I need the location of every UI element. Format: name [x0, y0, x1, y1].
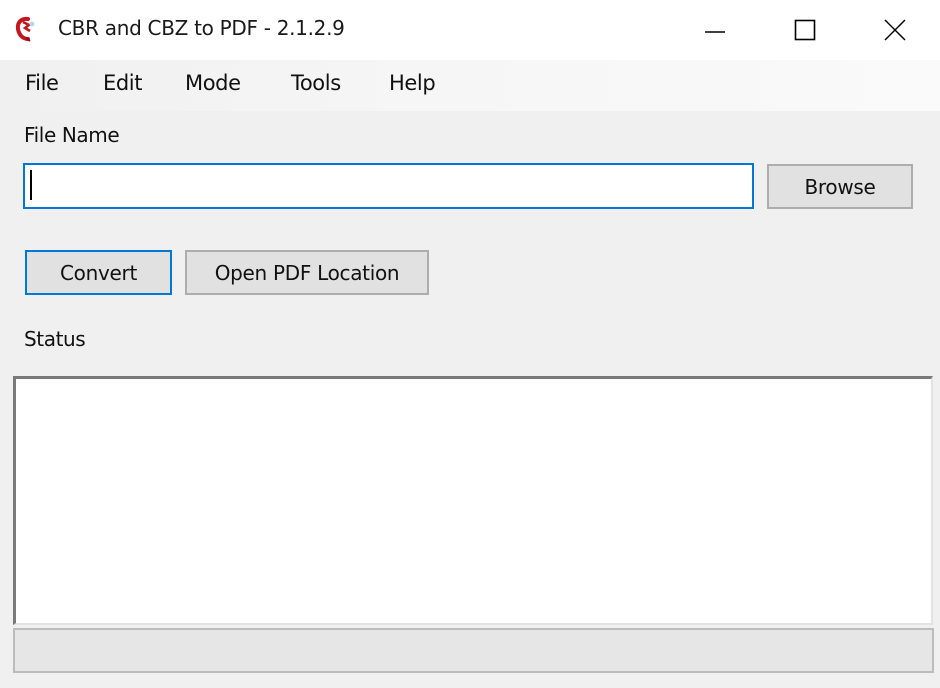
convert-button[interactable]: Convert	[25, 250, 172, 295]
title-bar: CBR and CBZ to PDF - 2.1.2.9	[0, 0, 940, 60]
close-button[interactable]	[850, 0, 940, 60]
menu-bar: File Edit Mode Tools Help	[0, 60, 940, 111]
menu-tools[interactable]: Tools	[291, 71, 341, 95]
menu-mode[interactable]: Mode	[185, 71, 241, 95]
app-logo-icon	[14, 16, 38, 42]
status-log[interactable]	[13, 376, 933, 625]
menu-edit[interactable]: Edit	[103, 71, 142, 95]
close-icon	[884, 19, 906, 41]
maximize-icon	[794, 19, 816, 41]
maximize-button[interactable]	[760, 0, 850, 60]
open-pdf-location-button[interactable]: Open PDF Location	[185, 250, 429, 295]
minimize-button[interactable]	[670, 0, 760, 60]
menu-file[interactable]: File	[25, 71, 59, 95]
file-name-label: File Name	[24, 123, 120, 147]
text-caret	[30, 170, 32, 200]
file-name-input[interactable]	[23, 163, 754, 209]
browse-button[interactable]: Browse	[767, 164, 913, 209]
minimize-icon	[705, 31, 725, 33]
progress-bar	[13, 628, 934, 673]
menu-help[interactable]: Help	[389, 71, 436, 95]
window-title: CBR and CBZ to PDF - 2.1.2.9	[58, 16, 345, 40]
status-label: Status	[24, 327, 86, 351]
